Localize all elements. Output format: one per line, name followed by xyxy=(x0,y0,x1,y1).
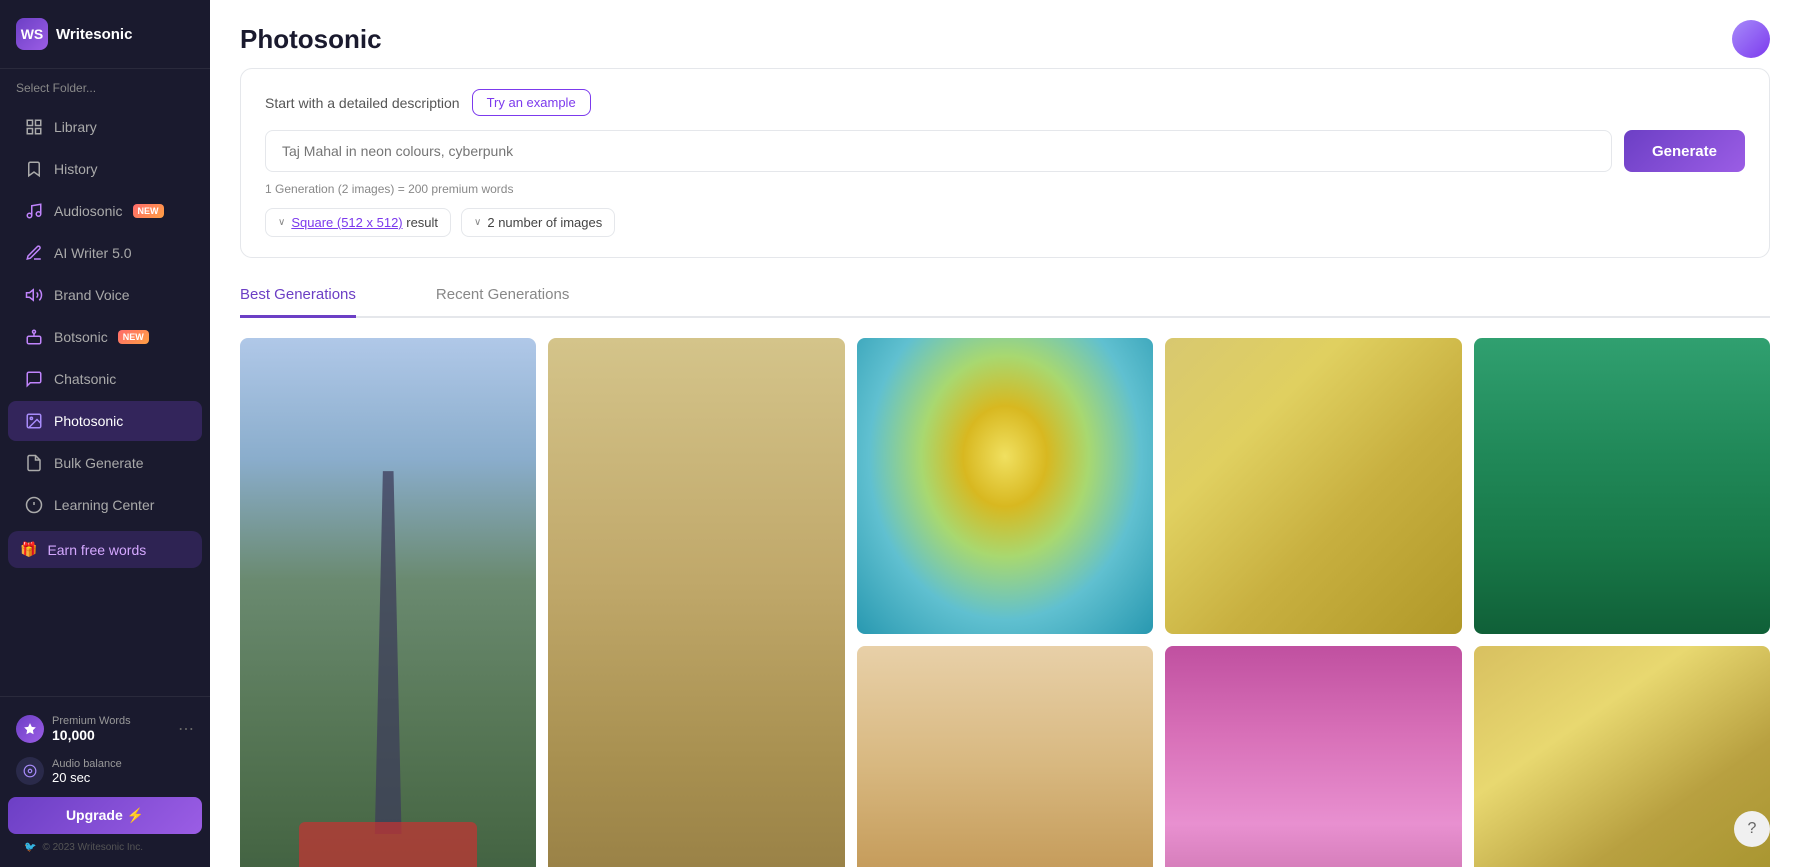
sidebar-logo: WS Writesonic xyxy=(0,0,210,69)
user-avatar[interactable] xyxy=(1732,20,1770,58)
try-example-button[interactable]: Try an example xyxy=(472,89,591,116)
sidebar-item-audiosonic[interactable]: Audiosonic new xyxy=(8,191,202,231)
gallery-grid xyxy=(240,338,1770,867)
size-option-label: Square (512 x 512) result xyxy=(291,215,438,230)
sidebar-item-history[interactable]: History xyxy=(8,149,202,189)
sidebar-item-learning-center[interactable]: Learning Center xyxy=(8,485,202,525)
description-label: Start with a detailed description xyxy=(265,95,460,111)
gallery-item-1[interactable] xyxy=(240,338,536,867)
upgrade-button[interactable]: Upgrade ⚡ xyxy=(8,797,202,834)
sidebar-item-library[interactable]: Library xyxy=(8,107,202,147)
premium-icon xyxy=(16,715,44,743)
audio-balance-value: 20 sec xyxy=(52,770,122,785)
help-button[interactable]: ? xyxy=(1734,811,1770,847)
generate-button[interactable]: Generate xyxy=(1624,130,1745,172)
gallery-item-8[interactable] xyxy=(1474,646,1770,867)
main-header: Photosonic xyxy=(210,0,1800,68)
cost-text: 1 Generation (2 images) = 200 premium wo… xyxy=(265,182,1745,196)
sidebar-bottom: Premium Words 10,000 ⋯ Audio balance 20 … xyxy=(0,696,210,867)
earn-free-words-item[interactable]: 🎁 Earn free words xyxy=(8,531,202,568)
prompt-input[interactable] xyxy=(265,130,1612,172)
botsonic-new-badge: new xyxy=(118,330,149,344)
app-name: Writesonic xyxy=(56,26,132,43)
sidebar-nav: Library History Audiosonic new AI Writer… xyxy=(0,101,210,696)
copyright: 🐦 © 2023 Writesonic Inc. xyxy=(8,834,202,857)
bulk-generate-icon xyxy=(24,453,44,473)
sidebar-item-bulk-generate[interactable]: Bulk Generate xyxy=(8,443,202,483)
input-card: Start with a detailed description Try an… xyxy=(240,68,1770,258)
gallery-item-5[interactable] xyxy=(1474,338,1770,634)
tab-recent-generations[interactable]: Recent Generations xyxy=(436,274,569,318)
size-chevron-icon: ∨ xyxy=(278,217,285,228)
images-option-label: 2 number of images xyxy=(487,215,602,230)
learning-center-icon xyxy=(24,495,44,515)
tab-best-generations[interactable]: Best Generations xyxy=(240,274,356,318)
gallery-item-3[interactable] xyxy=(857,338,1153,634)
library-icon xyxy=(24,117,44,137)
select-folder[interactable]: Select Folder... xyxy=(0,69,210,101)
page-title: Photosonic xyxy=(240,24,382,55)
ai-writer-icon xyxy=(24,243,44,263)
sidebar-item-ai-writer[interactable]: AI Writer 5.0 xyxy=(8,233,202,273)
history-icon xyxy=(24,159,44,179)
chatsonic-icon xyxy=(24,369,44,389)
premium-words-count: 10,000 xyxy=(52,727,170,743)
gallery-item-7[interactable] xyxy=(1165,646,1461,867)
photosonic-icon xyxy=(24,411,44,431)
sidebar-item-brand-voice[interactable]: Brand Voice xyxy=(8,275,202,315)
twitter-icon: 🐦 xyxy=(24,842,36,853)
gallery-item-2[interactable] xyxy=(548,338,844,867)
brand-voice-icon xyxy=(24,285,44,305)
gallery-item-4[interactable] xyxy=(1165,338,1461,634)
main-content: Photosonic Start with a detailed descrip… xyxy=(210,0,1800,867)
audio-balance-label: Audio balance xyxy=(52,758,122,770)
gift-icon: 🎁 xyxy=(20,541,37,558)
sidebar-item-photosonic[interactable]: Photosonic xyxy=(8,401,202,441)
size-option[interactable]: ∨ Square (512 x 512) result xyxy=(265,208,451,237)
audio-balance-section: Audio balance 20 sec xyxy=(8,751,202,791)
audiosonic-new-badge: new xyxy=(133,204,164,218)
gallery-item-6[interactable] xyxy=(857,646,1153,867)
botsonic-icon xyxy=(24,327,44,347)
sidebar-item-chatsonic[interactable]: Chatsonic xyxy=(8,359,202,399)
premium-words-menu[interactable]: ⋯ xyxy=(178,719,194,739)
premium-words-label: Premium Words xyxy=(52,715,170,727)
gallery xyxy=(210,318,1800,867)
images-chevron-icon: ∨ xyxy=(474,217,481,228)
images-option[interactable]: ∨ 2 number of images xyxy=(461,208,615,237)
sidebar: WS Writesonic Select Folder... Library H… xyxy=(0,0,210,867)
tabs-row: Best Generations Recent Generations xyxy=(240,274,1770,318)
audio-icon xyxy=(16,757,44,785)
logo-icon: WS xyxy=(16,18,48,50)
audiosonic-icon xyxy=(24,201,44,221)
sidebar-item-botsonic[interactable]: Botsonic new xyxy=(8,317,202,357)
premium-words-section: Premium Words 10,000 ⋯ xyxy=(8,707,202,751)
